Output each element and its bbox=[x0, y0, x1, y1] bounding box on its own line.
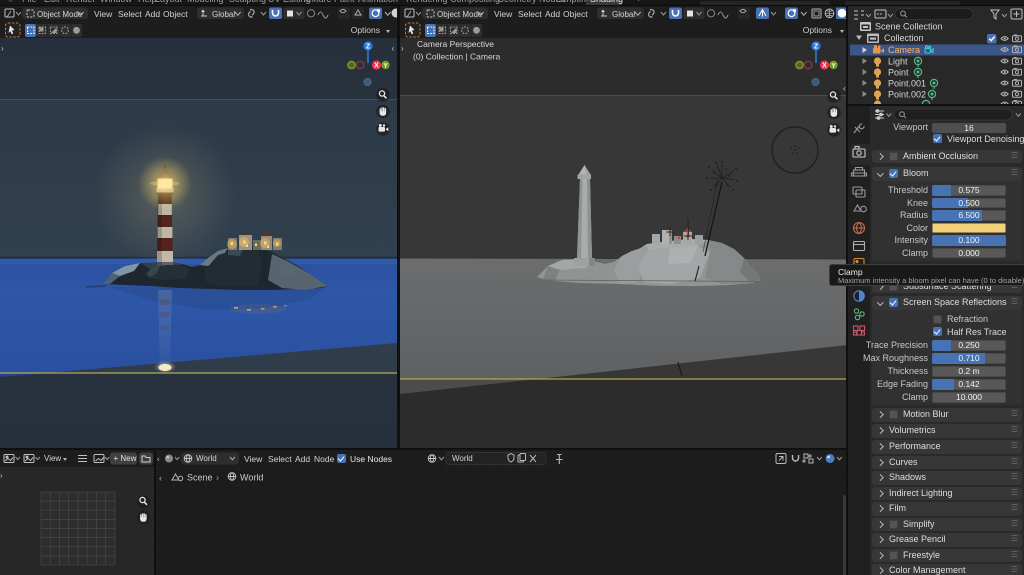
svg-text:‹: ‹ bbox=[157, 455, 160, 464]
svg-text:Collection: Collection bbox=[884, 33, 924, 43]
svg-text:World: World bbox=[240, 473, 263, 483]
svg-text:Point.002: Point.002 bbox=[888, 90, 926, 100]
svg-text:+ New: + New bbox=[114, 454, 137, 463]
svg-text:Light: Light bbox=[888, 57, 908, 67]
svg-text:›: › bbox=[0, 471, 3, 480]
svg-text:›: › bbox=[401, 44, 404, 53]
svg-text:Y: Y bbox=[383, 62, 388, 69]
svg-text:Scene: Scene bbox=[187, 473, 213, 483]
svg-text:Y: Y bbox=[831, 62, 836, 69]
svg-text:Camera Perspective: Camera Perspective bbox=[417, 39, 494, 49]
svg-text:Scene Collection: Scene Collection bbox=[875, 22, 943, 32]
svg-text:Camera: Camera bbox=[888, 45, 920, 55]
svg-text:‹: ‹ bbox=[159, 473, 162, 483]
svg-text:›: › bbox=[216, 473, 219, 483]
svg-text:‹: ‹ bbox=[392, 44, 395, 53]
svg-text:Point: Point bbox=[888, 68, 909, 78]
svg-text:(0) Collection | Camera: (0) Collection | Camera bbox=[413, 52, 501, 62]
svg-text:Z: Z bbox=[366, 44, 371, 51]
svg-text:Point.001: Point.001 bbox=[888, 79, 926, 89]
svg-text:›: › bbox=[1, 44, 4, 53]
svg-text:Z: Z bbox=[814, 44, 819, 51]
svg-text:X: X bbox=[822, 63, 827, 70]
svg-text:X: X bbox=[374, 63, 379, 70]
